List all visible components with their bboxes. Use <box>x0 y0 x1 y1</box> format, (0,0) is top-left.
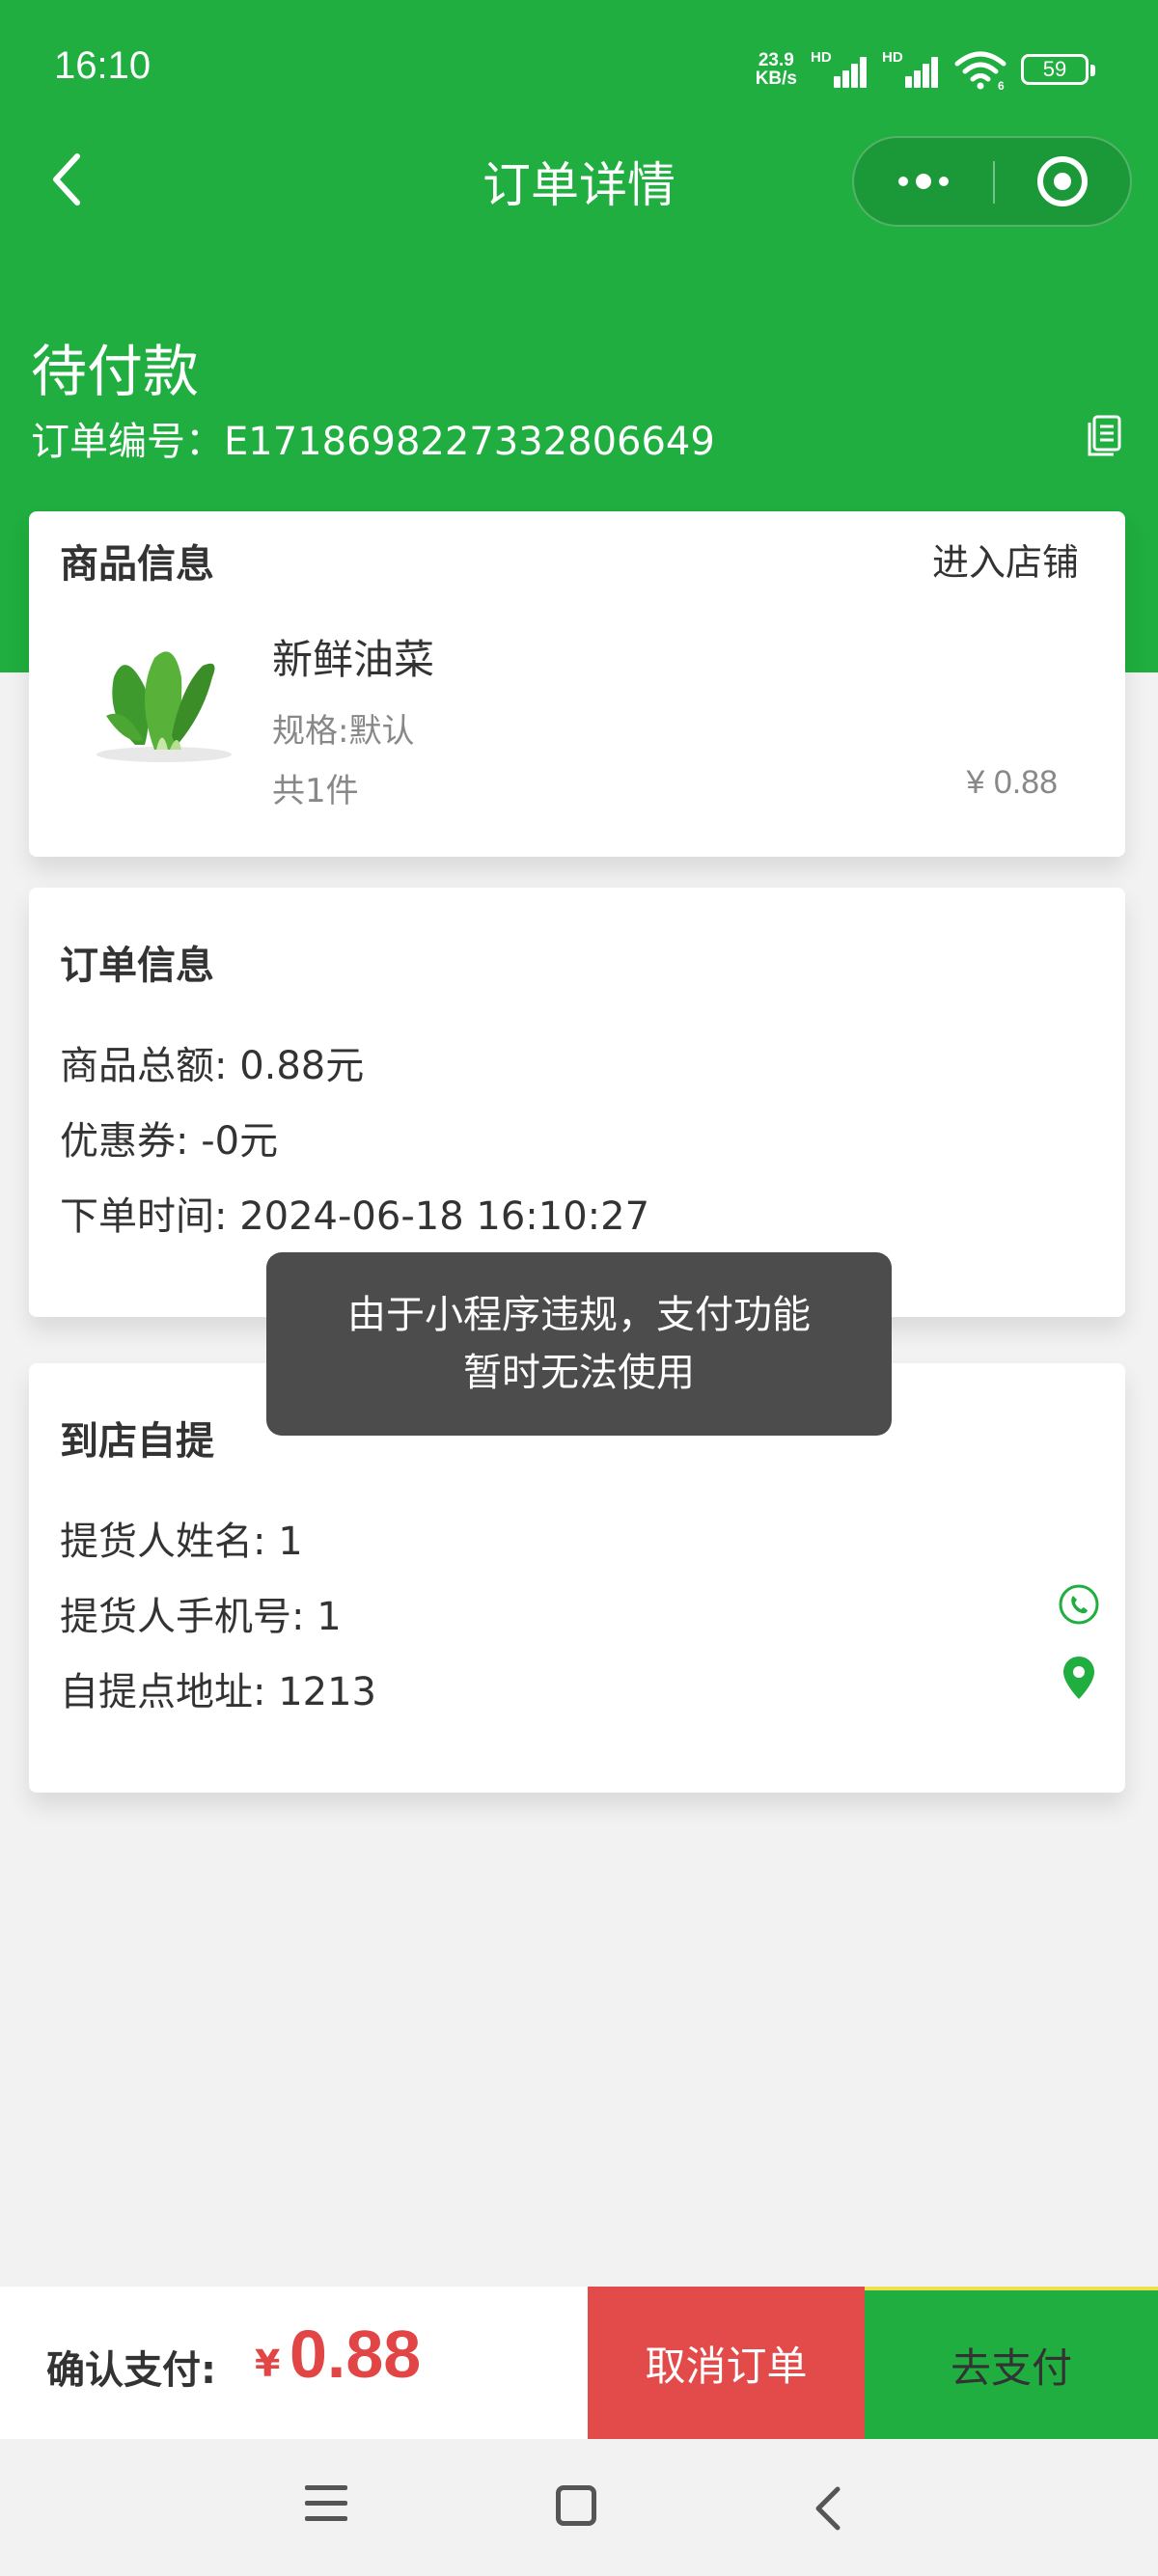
sim1-hd-label: HD <box>811 49 832 66</box>
pay-button[interactable]: 去支付 <box>865 2287 1158 2439</box>
battery-level: 59 <box>1042 57 1067 81</box>
toast-message: 由于小程序违规，支付功能 暂时无法使用 <box>266 1252 892 1436</box>
product-name[interactable]: 新鲜油菜 <box>272 627 434 686</box>
order-number-value: E1718698227332806649 <box>224 420 715 464</box>
order-info-title: 订单信息 <box>60 944 214 988</box>
toast-line-1: 由于小程序违规，支付功能 <box>347 1293 811 1337</box>
status-time: 16:10 <box>54 44 152 87</box>
location-pin-icon[interactable] <box>1062 1655 1096 1703</box>
menu-icon[interactable] <box>305 2485 347 2528</box>
order-time: 下单时间: 2024-06-18 16:10:27 <box>60 1194 650 1239</box>
signal-icon: HD <box>811 49 868 90</box>
cancel-order-button[interactable]: 取消订单 <box>588 2287 865 2439</box>
close-target-icon[interactable] <box>995 138 1130 225</box>
network-speed-value: 23.9 <box>758 50 794 70</box>
toast-line-2: 暂时无法使用 <box>463 1351 695 1395</box>
product-spec: 规格:默认 <box>272 712 415 751</box>
goods-card: 商品信息 进入店铺 新鲜油菜 规格:默认 共1件 ¥ 0.88 <box>29 511 1125 857</box>
pickup-phone: 提货人手机号: 1 <box>60 1595 342 1639</box>
copy-icon[interactable] <box>1087 415 1121 457</box>
phone-icon[interactable] <box>1058 1583 1100 1626</box>
network-speed: 23.9 KB/s <box>756 51 797 88</box>
confirm-pay-label: 确认支付: <box>46 2348 216 2393</box>
sim2-hd-label: HD <box>882 49 903 66</box>
enter-shop-link[interactable]: 进入店铺 <box>932 533 1079 586</box>
total-amount: 0.88 <box>290 2316 422 2392</box>
wifi-icon: 6 <box>954 51 1006 91</box>
back-icon[interactable] <box>809 2481 847 2535</box>
pickup-name: 提货人姓名: 1 <box>60 1520 303 1564</box>
product-count: 共1件 <box>272 772 359 810</box>
signal-icon: HD <box>882 49 940 90</box>
more-dots-icon[interactable] <box>854 138 993 225</box>
order-status: 待付款 <box>31 339 200 404</box>
order-number: 订单编号：E1718698227332806649 <box>31 410 715 466</box>
order-total-amount: 商品总额: 0.88元 <box>60 1044 365 1088</box>
wifi-sub-label: 6 <box>998 79 1005 91</box>
currency-symbol: ¥ <box>255 2343 281 2385</box>
order-coupon: 优惠券: -0元 <box>60 1119 279 1164</box>
goods-card-title: 商品信息 <box>60 542 214 587</box>
bottom-action-bar: 确认支付: ¥ 0.88 取消订单 去支付 <box>0 2287 1158 2439</box>
home-icon[interactable] <box>556 2485 596 2526</box>
product-price: ¥ 0.88 <box>966 764 1058 801</box>
system-nav-bar <box>0 2439 1158 2576</box>
status-icons: 23.9 KB/s HD HD 6 59 <box>756 46 1095 93</box>
pickup-address: 自提点地址: 1213 <box>60 1670 376 1714</box>
order-number-label: 订单编号： <box>31 420 224 464</box>
network-speed-unit: KB/s <box>755 69 797 89</box>
battery-icon: 59 <box>1021 54 1095 85</box>
pickup-title: 到店自提 <box>60 1419 214 1464</box>
status-bar: 16:10 23.9 KB/s HD HD 6 59 <box>0 0 1158 135</box>
product-image[interactable] <box>68 619 261 774</box>
mini-program-capsule <box>852 136 1132 227</box>
